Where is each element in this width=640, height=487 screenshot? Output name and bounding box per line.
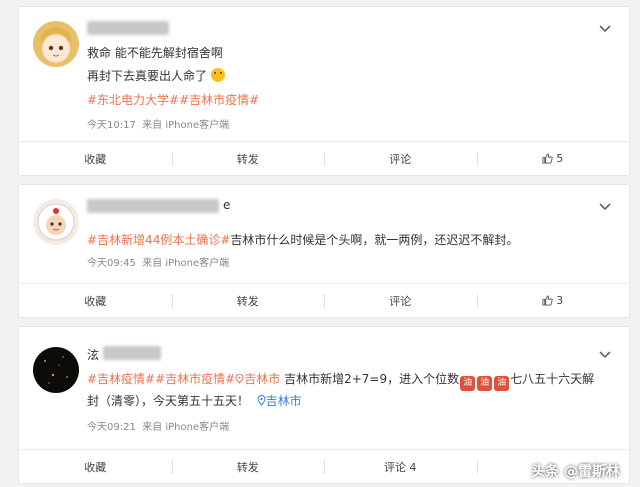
action-bar: 收藏 转发 评论 5 [19, 141, 629, 175]
topic-links[interactable]: #东北电力大学##吉林市疫情# [87, 91, 259, 109]
username-head: 泫 [87, 348, 100, 362]
comment-button[interactable]: 评论 4 [324, 450, 477, 483]
like-count: 3 [556, 294, 564, 307]
jiayou-emoji-icon: 油 [460, 376, 476, 391]
post-meta: 今天09:45 来自 iPhone客户端 [87, 254, 229, 269]
jiayou-emoji-icon: 油 [477, 376, 493, 391]
anime-avatar-icon [41, 27, 71, 61]
post-source: 来自 iPhone客户端 [142, 258, 230, 269]
post-body-line2: 封（清零），今天第五十五天！ [87, 394, 250, 408]
post-text: #吉林新增44例本土确诊#吉林市什么时候是个头啊，就一两例，还迟迟不解封。 [87, 231, 518, 249]
collect-button[interactable]: 收藏 [19, 142, 172, 175]
post-card: 救命 能不能先解封宿舍啊 再封下去真要出人命了 #东北电力大学##吉林市疫情# … [18, 6, 630, 176]
post-text-line2: 再封下去真要出人命了 [87, 67, 225, 85]
sheep-avatar-icon [37, 203, 75, 241]
collect-button[interactable]: 收藏 [19, 450, 172, 483]
like-button[interactable]: 5 [476, 142, 630, 175]
like-count: 5 [556, 152, 564, 165]
collect-button[interactable]: 收藏 [19, 284, 172, 317]
chevron-down-icon[interactable] [599, 203, 611, 211]
username-blurred[interactable] [103, 346, 161, 360]
post-body: 吉林市新增2+7=9，进入个位数 [284, 372, 460, 386]
chevron-down-icon[interactable] [599, 351, 611, 359]
comment-button[interactable]: 评论 [324, 284, 477, 317]
repost-button[interactable]: 转发 [171, 284, 325, 317]
post-body-cont: 七八五十六天解 [510, 372, 595, 386]
jiayou-emoji-icon: 油 [494, 376, 510, 391]
post-source: 来自 iPhone客户端 [142, 422, 230, 433]
post-source: 来自 iPhone客户端 [142, 120, 230, 131]
repost-button[interactable]: 转发 [171, 450, 325, 483]
topic-link[interactable]: #吉林新增44例本土确诊# [87, 233, 230, 247]
post-time[interactable]: 今天09:45 [87, 258, 136, 269]
topic-location[interactable]: 吉林市 [235, 372, 280, 386]
avatar[interactable] [33, 347, 79, 393]
watermark: 头条 @雷斯林 [531, 464, 620, 480]
avatar[interactable] [33, 199, 79, 245]
post-meta: 今天10:17 来自 iPhone客户端 [87, 116, 229, 131]
post-meta: 今天09:21 来自 iPhone客户端 [87, 418, 229, 433]
comment-button[interactable]: 评论 [324, 142, 477, 175]
location-topic-icon [235, 373, 244, 384]
repost-button[interactable]: 转发 [171, 142, 325, 175]
post-text-line1: 救命 能不能先解封宿舍啊 [87, 46, 223, 60]
username-tail: e [223, 198, 231, 212]
post-text-line1: #吉林疫情##吉林市疫情# 吉林市 吉林市新增2+7=9，进入个位数油油油七八五十… [87, 370, 594, 391]
thumb-up-icon [542, 153, 553, 164]
location-pin-icon [257, 395, 266, 406]
topic-links[interactable]: #吉林疫情##吉林市疫情# [87, 372, 235, 386]
username-blurred[interactable] [87, 199, 219, 213]
chevron-down-icon[interactable] [599, 25, 611, 33]
dark-avatar-icon [44, 356, 68, 384]
avatar[interactable] [33, 21, 79, 67]
post-time[interactable]: 今天10:17 [87, 120, 136, 131]
post-time[interactable]: 今天09:21 [87, 422, 136, 433]
thumb-up-icon [542, 295, 553, 306]
location-link[interactable]: 吉林市 [253, 394, 302, 408]
post-body: 吉林市什么时候是个头啊，就一两例，还迟迟不解封。 [230, 233, 519, 247]
action-bar: 收藏 转发 评论 3 [19, 283, 629, 317]
post-card: e #吉林新增44例本土确诊#吉林市什么时候是个头啊，就一两例，还迟迟不解封。 … [18, 184, 630, 318]
smile-emoji-icon [210, 68, 225, 82]
like-button[interactable]: 3 [476, 284, 630, 317]
post-text-line2: 封（清零），今天第五十五天！ 吉林市 [87, 392, 302, 410]
username-blurred[interactable] [87, 21, 169, 35]
